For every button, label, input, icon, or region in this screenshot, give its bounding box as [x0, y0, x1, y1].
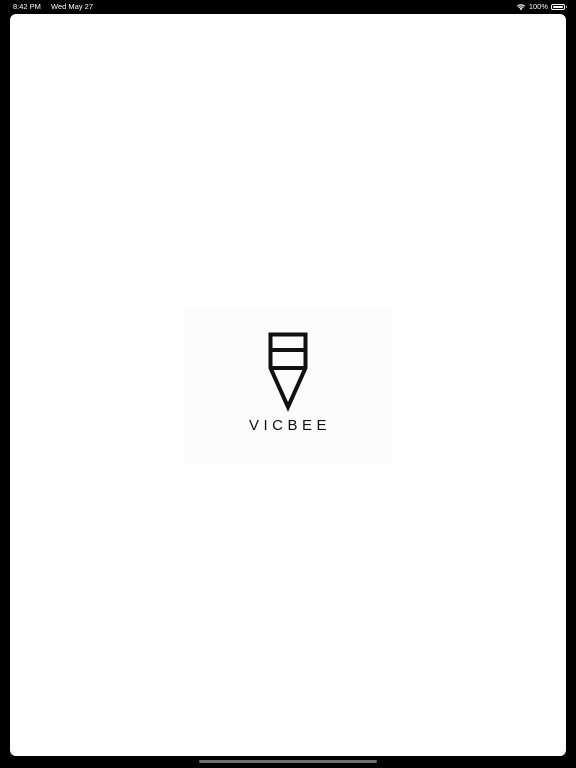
- vicbee-logo-icon: [268, 332, 308, 412]
- home-indicator[interactable]: [199, 760, 377, 763]
- splash-logo-panel: VICBEE: [184, 308, 392, 464]
- battery-fill: [553, 5, 563, 8]
- battery-icon: [551, 3, 567, 10]
- status-date: Wed May 27: [51, 2, 93, 11]
- app-content-sheet: VICBEE: [10, 14, 566, 756]
- brand-name: VICBEE: [248, 417, 332, 434]
- status-bar-right: 100%: [516, 0, 567, 13]
- status-time: 8:42 PM: [13, 2, 41, 11]
- status-bar: 8:42 PM Wed May 27 100%: [0, 0, 576, 13]
- battery-percent: 100%: [528, 2, 548, 11]
- wifi-icon: [516, 3, 525, 10]
- status-bar-left: 8:42 PM Wed May 27: [13, 0, 93, 13]
- ipad-screen: 8:42 PM Wed May 27 100% VICBEE: [0, 0, 576, 768]
